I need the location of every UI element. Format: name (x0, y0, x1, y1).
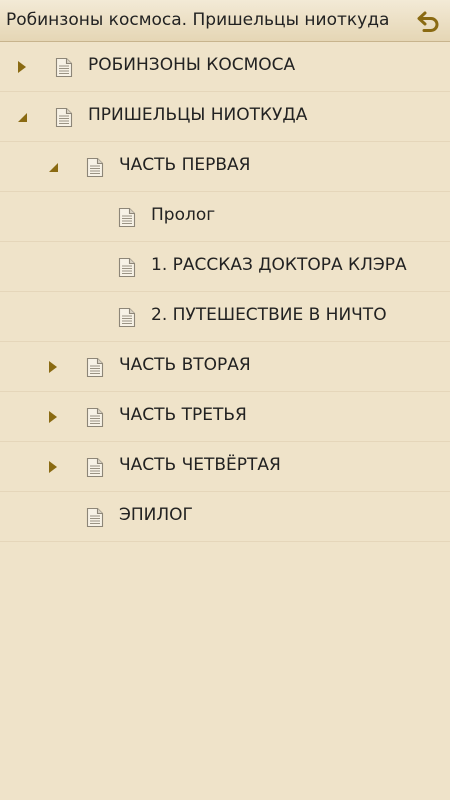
document-icon (86, 157, 104, 178)
toc-item-label: 1. РАССКАЗ ДОКТОРА КЛЭРА (151, 255, 407, 275)
expand-arrow-icon[interactable] (47, 359, 59, 375)
toc-item-label: 2. ПУТЕШЕСТВИЕ В НИЧТО (151, 305, 387, 325)
document-icon (86, 507, 104, 528)
book-title: Робинзоны космоса. Пришельцы ниоткуда (6, 10, 390, 30)
document-icon (86, 357, 104, 378)
expand-arrow-icon[interactable] (47, 409, 59, 425)
document-icon (118, 257, 136, 278)
toc-item[interactable]: 2. ПУТЕШЕСТВИЕ В НИЧТО (0, 292, 450, 342)
app-window: Робинзоны космоса. Пришельцы ниоткуда РО… (0, 0, 450, 800)
table-of-contents: РОБИНЗОНЫ КОСМОСА ПРИШЕЛЬЦЫ НИОТКУДА ЧАСТЬ… (0, 42, 450, 542)
toc-item[interactable]: ЧАСТЬ ЧЕТВЁРТАЯ (0, 442, 450, 492)
expand-arrow-icon[interactable] (16, 59, 28, 75)
document-icon (86, 407, 104, 428)
toc-item-label: ЧАСТЬ ПЕРВАЯ (119, 155, 251, 175)
toc-item-label: ЭПИЛОГ (119, 505, 193, 525)
document-icon (118, 207, 136, 228)
toc-item[interactable]: ПРИШЕЛЬЦЫ НИОТКУДА (0, 92, 450, 142)
collapse-arrow-icon[interactable] (47, 159, 59, 175)
toc-item[interactable]: 1. РАССКАЗ ДОКТОРА КЛЭРА (0, 242, 450, 292)
toc-item-label: ПРИШЕЛЬЦЫ НИОТКУДА (88, 105, 308, 125)
toc-item-label: ЧАСТЬ ЧЕТВЁРТАЯ (119, 455, 281, 475)
toc-item-label: РОБИНЗОНЫ КОСМОСА (88, 55, 296, 75)
document-icon (118, 307, 136, 328)
toc-item-label: ЧАСТЬ ТРЕТЬЯ (119, 405, 247, 425)
toc-item[interactable]: РОБИНЗОНЫ КОСМОСА (0, 42, 450, 92)
toc-item[interactable]: ЧАСТЬ ВТОРАЯ (0, 342, 450, 392)
toc-item[interactable]: Пролог (0, 192, 450, 242)
toc-item-label: Пролог (151, 205, 216, 225)
document-icon (55, 57, 73, 78)
document-icon (55, 107, 73, 128)
collapse-arrow-icon[interactable] (16, 109, 28, 125)
back-arrow-icon[interactable] (416, 8, 442, 34)
toc-item[interactable]: ЧАСТЬ ПЕРВАЯ (0, 142, 450, 192)
toc-item[interactable]: ЧАСТЬ ТРЕТЬЯ (0, 392, 450, 442)
toc-item-label: ЧАСТЬ ВТОРАЯ (119, 355, 251, 375)
toc-item[interactable]: ЭПИЛОГ (0, 492, 450, 542)
title-bar: Робинзоны космоса. Пришельцы ниоткуда (0, 0, 450, 42)
document-icon (86, 457, 104, 478)
expand-arrow-icon[interactable] (47, 459, 59, 475)
